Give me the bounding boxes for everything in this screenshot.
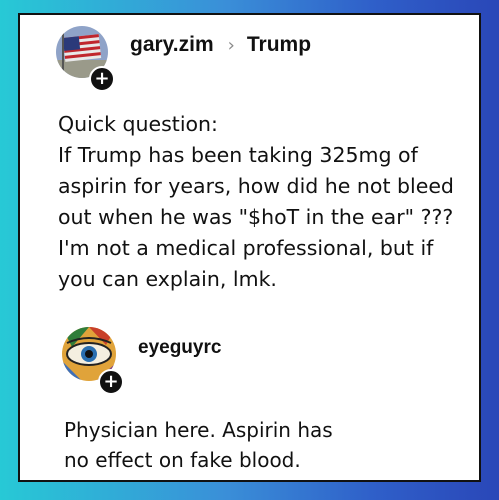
post-line: Quick question: bbox=[58, 112, 218, 136]
post-header: + gary.zim › Trump bbox=[56, 25, 311, 92]
post-line: aspirin for years, how did he not bleed bbox=[58, 174, 454, 198]
background-frame: + gary.zim › Trump Quick question: If Tr… bbox=[0, 0, 499, 500]
author-avatar-container[interactable]: + bbox=[56, 26, 115, 92]
comment-line: Physician here. Aspirin has bbox=[64, 418, 333, 442]
commenter-avatar-container[interactable]: + bbox=[62, 327, 124, 395]
comment-line: no effect on fake blood. bbox=[64, 448, 301, 472]
follow-commenter-button[interactable]: + bbox=[98, 369, 124, 395]
comment-body: Physician here. Aspirin has no effect on… bbox=[64, 415, 333, 475]
comment-author-name[interactable]: eyeguyrc bbox=[138, 337, 221, 359]
post-line: you can explain, lmk. bbox=[58, 267, 277, 291]
post-card: + gary.zim › Trump Quick question: If Tr… bbox=[18, 13, 481, 482]
post-author-name[interactable]: gary.zim bbox=[130, 33, 214, 57]
post-body: Quick question: If Trump has been taking… bbox=[58, 109, 478, 295]
community-name[interactable]: Trump bbox=[247, 33, 311, 57]
post-line: If Trump has been taking 325mg of bbox=[58, 143, 418, 167]
post-line: I'm not a medical professional, but if bbox=[58, 236, 434, 260]
comment-header: + eyeguyrc bbox=[62, 327, 221, 395]
post-line: out when he was "$hoT in the ear" ??? bbox=[58, 205, 454, 229]
follow-author-button[interactable]: + bbox=[89, 66, 115, 92]
chevron-right-icon: › bbox=[227, 34, 235, 56]
